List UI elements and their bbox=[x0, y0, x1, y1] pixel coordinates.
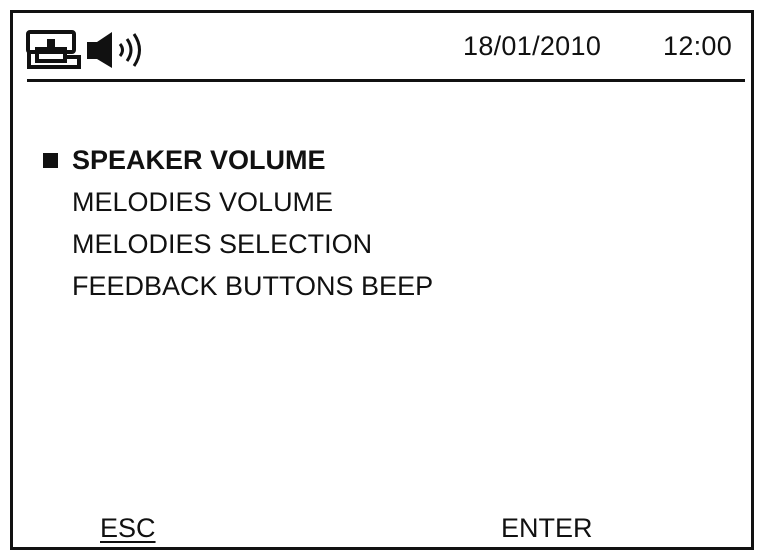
status-divider bbox=[27, 79, 745, 82]
menu-item-feedback-buttons-beep[interactable]: FEEDBACK BUTTONS BEEP bbox=[39, 265, 719, 307]
menu-item-label: MELODIES SELECTION bbox=[72, 229, 373, 259]
device-screen: 18/01/2010 12:00 SPEAKER VOLUME MELODIES… bbox=[10, 10, 754, 550]
menu-item-label: FEEDBACK BUTTONS BEEP bbox=[72, 271, 434, 301]
menu-item-melodies-volume[interactable]: MELODIES VOLUME bbox=[39, 181, 719, 223]
status-bar: 18/01/2010 12:00 bbox=[13, 13, 751, 77]
esc-softkey[interactable]: ESC bbox=[100, 513, 156, 543]
phone-line-icon bbox=[26, 30, 81, 69]
menu-item-melodies-selection[interactable]: MELODIES SELECTION bbox=[39, 223, 719, 265]
menu-item-label: SPEAKER VOLUME bbox=[72, 145, 326, 175]
menu-item-speaker-volume[interactable]: SPEAKER VOLUME bbox=[39, 139, 719, 181]
enter-softkey[interactable]: ENTER bbox=[501, 513, 593, 543]
status-date: 18/01/2010 bbox=[463, 31, 602, 61]
selection-marker-icon bbox=[43, 153, 58, 168]
speaker-volume-icon bbox=[87, 32, 141, 68]
settings-menu: SPEAKER VOLUME MELODIES VOLUME MELODIES … bbox=[39, 139, 719, 307]
menu-item-label: MELODIES VOLUME bbox=[72, 187, 334, 217]
status-time: 12:00 bbox=[663, 31, 733, 61]
